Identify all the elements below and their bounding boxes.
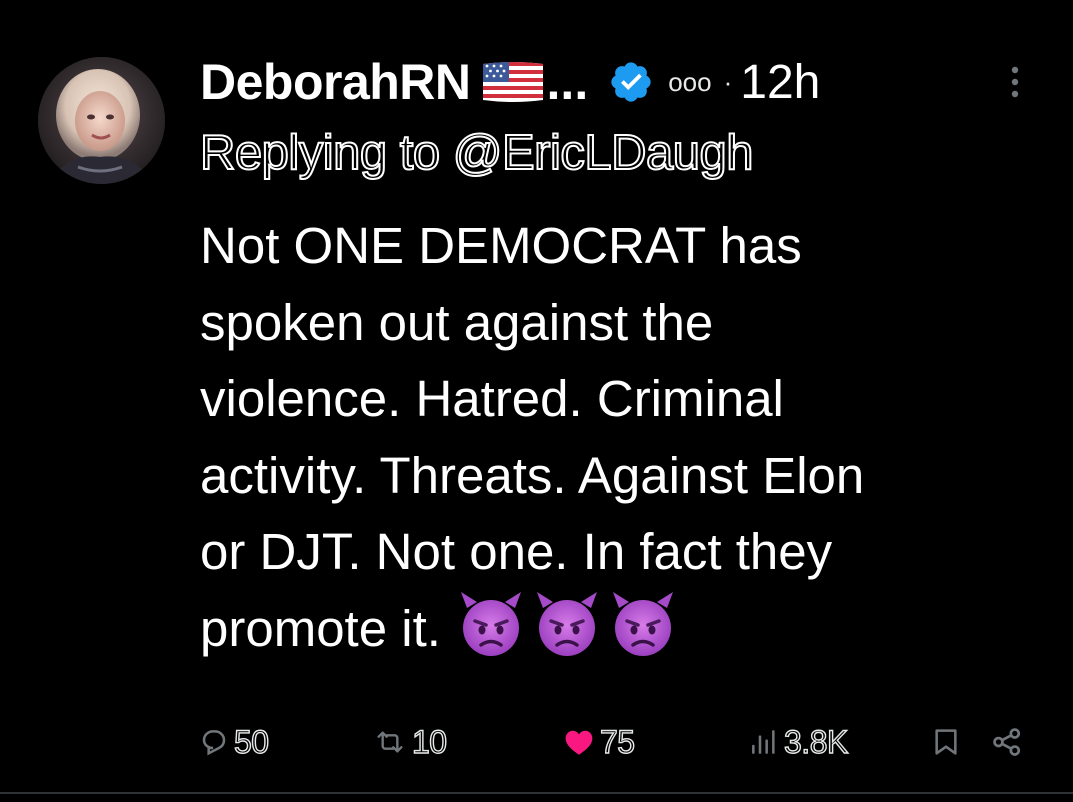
verified-badge-icon <box>608 59 654 105</box>
tweet: DeborahRN ... ooo · 12h Replying to @Eri… <box>0 0 1073 802</box>
tweet-text-line-last: promote it. <box>200 591 1060 669</box>
like-count: 75 <box>599 723 635 760</box>
share-button[interactable] <box>990 720 1024 764</box>
angry-devil-emoji <box>536 592 597 657</box>
avatar[interactable] <box>38 57 165 184</box>
bookmark-icon <box>935 729 957 755</box>
timestamp[interactable]: 12h <box>740 55 820 110</box>
separator-dot: · <box>723 66 733 97</box>
tweet-text-line: violence. Hatred. Criminal <box>200 370 784 427</box>
tweet-text-line: or DJT. Not one. In fact they <box>200 523 833 580</box>
bookmark-button[interactable] <box>930 720 962 764</box>
views-button[interactable]: 3.8K <box>748 720 849 764</box>
repost-button[interactable]: 10 <box>372 720 448 764</box>
analytics-icon <box>752 730 775 754</box>
name-truncation: ... <box>546 54 589 110</box>
action-bar: 50 10 75 3.8K <box>0 720 1073 764</box>
tweet-text-line: spoken out against the <box>200 293 714 351</box>
display-name[interactable]: DeborahRN <box>200 53 471 111</box>
repost-count: 10 <box>411 723 447 760</box>
view-count: 3.8K <box>783 723 849 760</box>
reply-icon <box>202 730 226 756</box>
angry-devil-emoji <box>612 592 673 657</box>
share-icon <box>993 728 1021 756</box>
tweet-text-line: Not ONE DEMOCRAT has <box>200 217 802 274</box>
divider <box>0 792 1073 794</box>
repost-icon <box>377 731 403 753</box>
tweet-text: Not ONE DEMOCRAT has spoken out against … <box>200 208 1060 668</box>
profile-photo-image <box>38 57 165 184</box>
like-button[interactable]: 75 <box>562 720 636 764</box>
tweet-text-line: promote it. <box>200 599 441 657</box>
reply-button[interactable]: 50 <box>198 720 270 764</box>
reply-count: 50 <box>233 723 269 760</box>
us-flag-icon <box>481 60 545 104</box>
affiliation-badge: ooo <box>668 66 712 97</box>
replying-to[interactable]: Replying to @EricLDaugh <box>199 125 755 181</box>
more-options-icon[interactable] <box>1005 62 1025 102</box>
emoji-row <box>455 588 679 660</box>
tweet-header: DeborahRN ... ooo · 12h <box>200 52 820 112</box>
heart-filled-icon <box>565 730 593 755</box>
tweet-text-line: activity. Threats. Against Elon <box>200 446 865 504</box>
angry-devil-emoji <box>460 592 521 657</box>
